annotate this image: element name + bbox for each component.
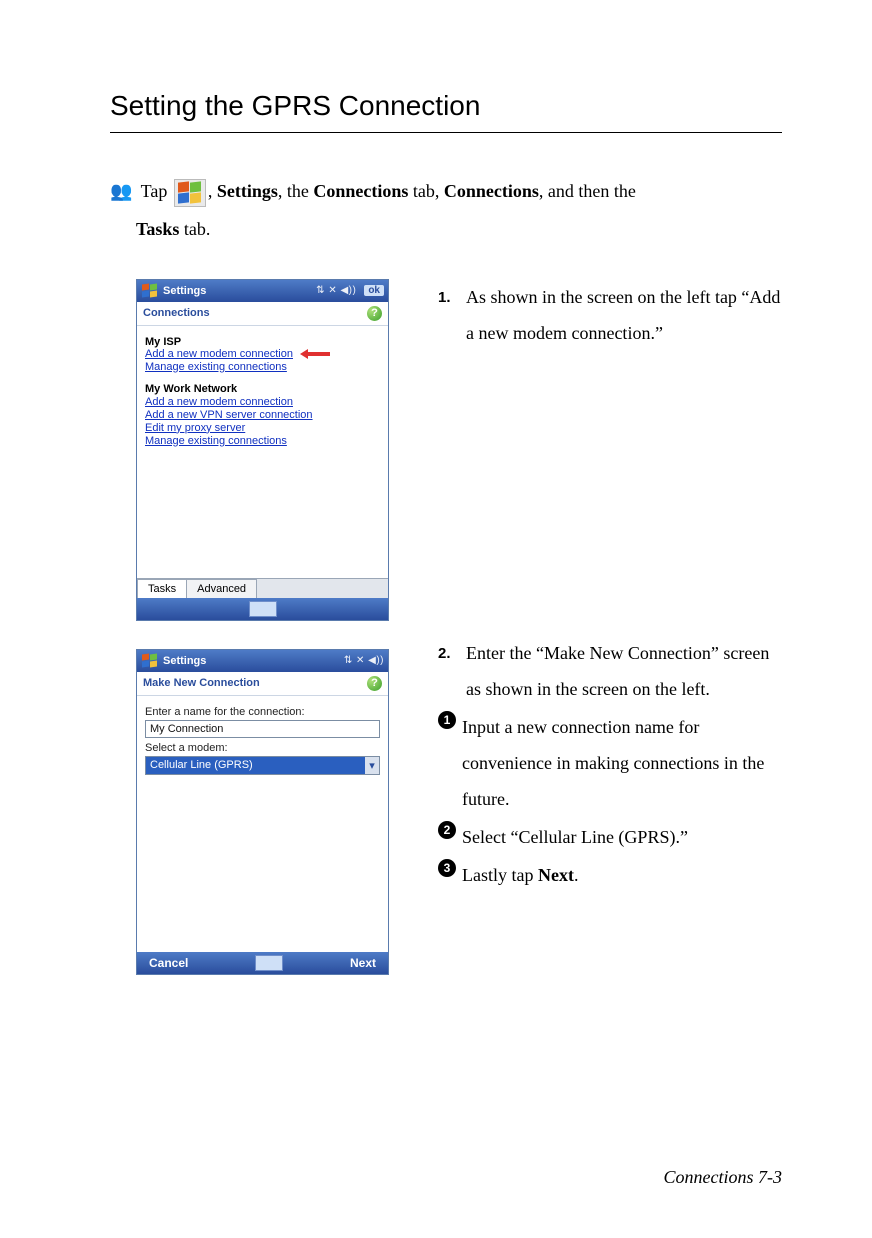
wm-bottombar: Cancel Next bbox=[137, 952, 388, 974]
ok-button[interactable]: ok bbox=[364, 285, 384, 296]
link-add-modem-work[interactable]: Add a new modem connection bbox=[145, 396, 293, 408]
wm-subtitle-row: Make New Connection ? bbox=[137, 672, 388, 696]
input-connection-name[interactable] bbox=[145, 720, 380, 738]
intro-the: , the bbox=[278, 181, 314, 201]
step-2-bullet-3-text: Lastly tap Next. bbox=[462, 857, 782, 893]
intro-connections: Connections bbox=[444, 181, 539, 201]
cancel-button[interactable]: Cancel bbox=[149, 956, 188, 970]
intro-tab-word2: tab. bbox=[179, 219, 210, 239]
wm-bottombar bbox=[137, 598, 388, 620]
intro-tasks: Tasks bbox=[136, 219, 179, 239]
start-flag-icon bbox=[174, 179, 206, 207]
step-2-bullet-1-text: Input a new connection name for convenie… bbox=[462, 709, 782, 817]
group-title-work: My Work Network bbox=[145, 383, 380, 395]
circled-2-icon: 2 bbox=[438, 821, 456, 839]
intro-settings: Settings bbox=[217, 181, 278, 201]
circled-3-icon: 3 bbox=[438, 859, 456, 877]
step-1: 1. As shown in the screen on the left ta… bbox=[438, 279, 782, 351]
label-connection-name: Enter a name for the connection: bbox=[145, 706, 380, 718]
instructions-column: 1. As shown in the screen on the left ta… bbox=[438, 279, 782, 895]
circled-1-icon: 1 bbox=[438, 711, 456, 729]
wm-title: Settings bbox=[163, 285, 312, 297]
wm-subtitle: Connections bbox=[143, 307, 210, 319]
red-arrow-icon bbox=[300, 349, 330, 359]
group-title-isp: My ISP bbox=[145, 336, 380, 348]
page-title: Setting the GPRS Connection bbox=[110, 90, 782, 133]
wm-tabs: Tasks Advanced bbox=[137, 578, 388, 598]
select-modem-value: Cellular Line (GPRS) bbox=[150, 759, 253, 771]
start-flag-icon[interactable] bbox=[141, 283, 159, 299]
link-edit-proxy[interactable]: Edit my proxy server bbox=[145, 422, 245, 434]
step-2-bullet-2-text: Select “Cellular Line (GPRS).” bbox=[462, 819, 782, 855]
link-manage-isp[interactable]: Manage existing connections bbox=[145, 361, 287, 373]
wm-subtitle-row: Connections ? bbox=[137, 302, 388, 326]
keyboard-icon[interactable] bbox=[249, 601, 277, 617]
page-footer: Connections 7-3 bbox=[664, 1167, 783, 1188]
step-2-bullet-2: 2 Select “Cellular Line (GPRS).” bbox=[438, 819, 782, 855]
tab-tasks[interactable]: Tasks bbox=[137, 579, 187, 598]
tab-advanced[interactable]: Advanced bbox=[186, 579, 257, 598]
select-modem[interactable]: Cellular Line (GPRS) ▾ bbox=[145, 756, 380, 775]
step-1-text: As shown in the screen on the left tap “… bbox=[466, 279, 782, 351]
keyboard-icon[interactable] bbox=[255, 955, 283, 971]
intro-and-then: , and then the bbox=[539, 181, 636, 201]
next-button[interactable]: Next bbox=[350, 956, 376, 970]
wm-body: My ISP Add a new modem connection Manage… bbox=[137, 326, 388, 572]
intro-connections-tab: Connections bbox=[313, 181, 408, 201]
intro-paragraph: 👥 Tap , Settings, the Connections tab, C… bbox=[110, 173, 782, 249]
step-1-number: 1. bbox=[438, 279, 458, 351]
wm-titlebar: Settings ⇅ ✕ ◀)) ok bbox=[137, 280, 388, 302]
wm-title: Settings bbox=[163, 655, 340, 667]
wm-subtitle: Make New Connection bbox=[143, 677, 260, 689]
status-icons: ⇅ ✕ ◀)) bbox=[344, 655, 384, 666]
screenshot-connections: Settings ⇅ ✕ ◀)) ok Connections ? My ISP… bbox=[136, 279, 389, 621]
intro-tap: Tap bbox=[141, 181, 168, 201]
step-2-text: Enter the “Make New Connection” screen a… bbox=[466, 635, 782, 707]
label-select-modem: Select a modem: bbox=[145, 742, 380, 754]
step-2-number: 2. bbox=[438, 635, 458, 707]
step-2-bullet-1: 1 Input a new connection name for conven… bbox=[438, 709, 782, 817]
start-flag-icon[interactable] bbox=[141, 653, 159, 669]
wm-body: Enter a name for the connection: Select … bbox=[137, 696, 388, 952]
link-manage-work[interactable]: Manage existing connections bbox=[145, 435, 287, 447]
status-icons: ⇅ ✕ ◀)) bbox=[316, 285, 356, 296]
step-2-bullet-3: 3 Lastly tap Next. bbox=[438, 857, 782, 893]
wm-titlebar: Settings ⇅ ✕ ◀)) bbox=[137, 650, 388, 672]
link-add-vpn[interactable]: Add a new VPN server connection bbox=[145, 409, 313, 421]
intro-tab-word: tab, bbox=[408, 181, 444, 201]
step-2: 2. Enter the “Make New Connection” scree… bbox=[438, 635, 782, 707]
chevron-down-icon: ▾ bbox=[365, 757, 379, 774]
help-icon[interactable]: ? bbox=[367, 676, 382, 691]
link-add-modem-isp[interactable]: Add a new modem connection bbox=[145, 348, 293, 360]
people-icon: 👥 bbox=[110, 181, 132, 201]
help-icon[interactable]: ? bbox=[367, 306, 382, 321]
screenshot-make-new-connection: Settings ⇅ ✕ ◀)) Make New Connection ? E… bbox=[136, 649, 389, 975]
